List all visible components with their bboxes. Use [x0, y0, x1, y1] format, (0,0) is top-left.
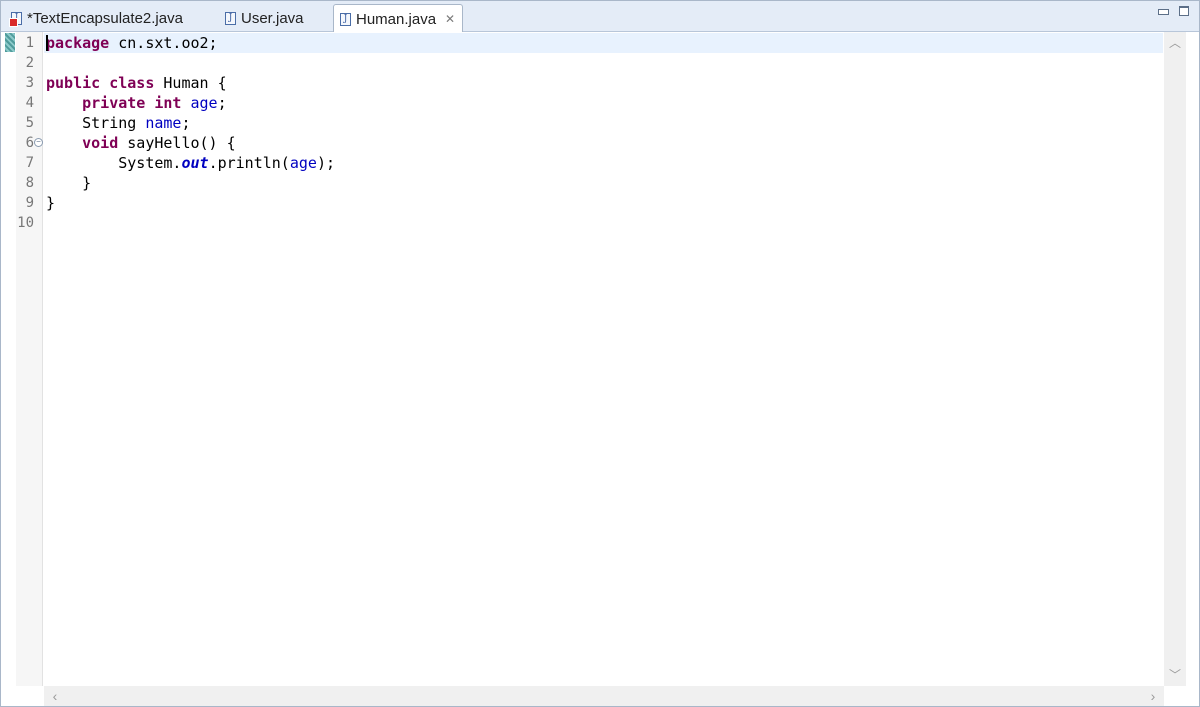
chevron-left-icon[interactable]: ‹ [46, 686, 64, 706]
code-text: } [82, 174, 92, 192]
horizontal-scrollbar[interactable]: ‹ › [44, 686, 1164, 706]
line-number: 5 [25, 115, 34, 131]
code-text: cn.sxt.oo2; [109, 34, 218, 52]
class-ref: System. [118, 154, 182, 172]
tab-label: User.java [241, 9, 304, 27]
keyword: void [82, 134, 119, 152]
keyword: public [46, 74, 101, 92]
code-line[interactable]: package cn.sxt.oo2; [44, 33, 1163, 53]
keyword: class [109, 74, 155, 92]
tab-textencapsulate2[interactable]: J *TextEncapsulate2.java [5, 4, 189, 32]
java-file-error-icon: J [9, 11, 22, 27]
tab-label: *TextEncapsulate2.java [27, 9, 183, 27]
line-number: 4 [25, 95, 34, 111]
line-number: 3 [25, 75, 34, 91]
line-number: 8 [25, 175, 34, 191]
line-number: 6 [25, 135, 34, 151]
field-name: age [190, 94, 218, 112]
code-text: sayHello() { [118, 134, 236, 152]
tab-user[interactable]: J User.java [219, 4, 310, 32]
minimize-icon[interactable] [1158, 9, 1169, 15]
code-line[interactable]: private int age; [44, 93, 1163, 113]
code-line[interactable]: String name; [44, 113, 1163, 133]
line-number-gutter: 1 2 3 4 5 6 − 7 8 9 10 [16, 32, 43, 686]
code-line[interactable]: } [44, 193, 1163, 213]
keyword: private [82, 94, 146, 112]
line-number: 1 [25, 35, 34, 51]
java-file-icon: J [340, 12, 351, 26]
code-area[interactable]: package cn.sxt.oo2; public class Human {… [44, 32, 1163, 686]
code-line[interactable]: public class Human { [44, 73, 1163, 93]
keyword: int [154, 94, 182, 112]
code-line[interactable] [44, 213, 1163, 233]
overview-ruler [1186, 32, 1199, 706]
tab-label: Human.java [356, 10, 437, 28]
vertical-scrollbar[interactable]: ︿ ﹀ [1164, 32, 1186, 686]
editor-window: J *TextEncapsulate2.java J User.java J H… [0, 0, 1200, 707]
code-line[interactable] [44, 53, 1163, 73]
code-text: Human { [154, 74, 227, 92]
editor-tab-bar: J *TextEncapsulate2.java J User.java J H… [1, 1, 1199, 33]
chevron-down-icon[interactable]: ﹀ [1164, 666, 1186, 684]
text-cursor [46, 35, 48, 51]
field-name: age [289, 154, 317, 172]
line-number: 9 [25, 195, 34, 211]
field-name: name [145, 114, 182, 132]
line-number: 10 [17, 215, 34, 231]
line-number: 2 [25, 55, 34, 71]
tab-human[interactable]: J Human.java ✕ [333, 4, 464, 33]
code-line[interactable]: } [44, 173, 1163, 193]
code-editor[interactable]: 1 2 3 4 5 6 − 7 8 9 10 package cn.sxt.oo… [1, 32, 1199, 706]
window-controls [1158, 6, 1189, 16]
code-text: } [46, 194, 56, 212]
annotation-ruler [1, 32, 16, 706]
maximize-icon[interactable] [1179, 6, 1189, 16]
code-text: ); [316, 154, 335, 172]
fold-collapse-icon[interactable]: − [34, 138, 43, 147]
type-name: String [82, 114, 146, 132]
chevron-right-icon[interactable]: › [1144, 686, 1162, 706]
code-text: ; [181, 114, 191, 132]
code-text: ; [217, 94, 227, 112]
method-call: .println( [208, 154, 290, 172]
close-icon[interactable]: ✕ [444, 12, 456, 26]
static-field: out [181, 154, 209, 172]
line-number: 7 [25, 155, 34, 171]
code-line[interactable]: void sayHello() { [44, 133, 1163, 153]
current-line-marker [5, 33, 15, 52]
chevron-up-icon[interactable]: ︿ [1164, 34, 1186, 52]
java-file-icon: J [225, 11, 236, 25]
keyword: package [46, 34, 110, 52]
code-line[interactable]: System.out.println(age); [44, 153, 1163, 173]
